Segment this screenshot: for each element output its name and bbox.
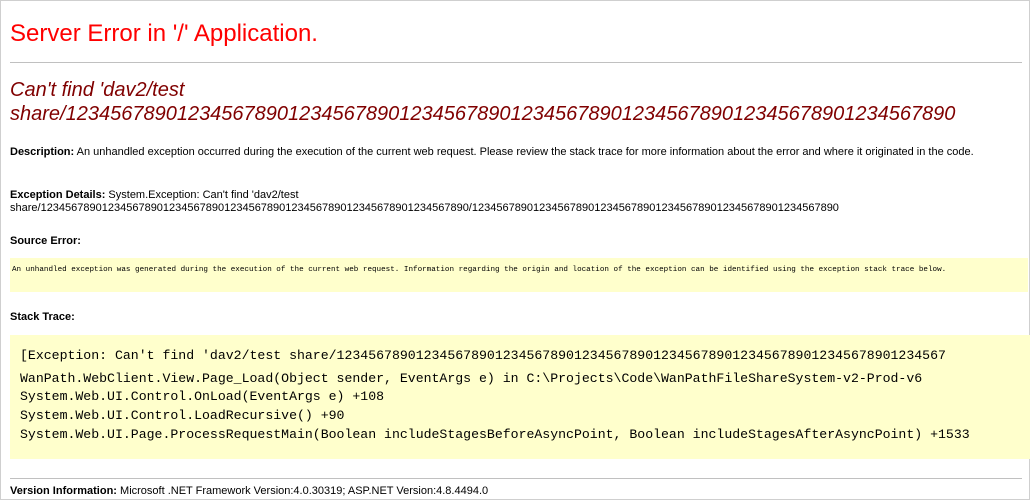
stack-trace-line: [Exception: Can't find 'dav2/test share/… xyxy=(20,348,946,363)
source-error-label: Source Error: xyxy=(10,235,81,247)
exception-details-line1: System.Exception: Can't find 'dav2/test xyxy=(108,189,299,201)
stack-trace-box: [Exception: Can't find 'dav2/test share/… xyxy=(10,335,1030,459)
error-message-line1: Can't find 'dav2/test xyxy=(10,79,185,101)
exception-details-section: Exception Details: System.Exception: Can… xyxy=(10,189,1030,215)
version-divider xyxy=(10,478,1022,479)
version-label: Version Information: xyxy=(10,485,117,497)
exception-details-label: Exception Details: xyxy=(10,189,106,201)
stack-trace-line: System.Web.UI.Control.LoadRecursive() +9… xyxy=(20,408,345,423)
description-label: Description: xyxy=(10,146,75,158)
stack-trace-line: System.Web.UI.Page.ProcessRequestMain(Bo… xyxy=(20,427,970,442)
page-title: Server Error in '/' Application. xyxy=(10,20,318,47)
description-text: An unhandled exception occurred during t… xyxy=(76,146,974,158)
error-message: Can't find 'dav2/test share/123456789012… xyxy=(10,78,1030,126)
version-information: Version Information: Microsoft .NET Fram… xyxy=(10,485,1022,498)
source-error-text: An unhandled exception was generated dur… xyxy=(12,266,947,274)
exception-details-line2: share/1234567890123456789012345678901234… xyxy=(10,202,839,214)
stack-trace-line: System.Web.UI.Control.OnLoad(EventArgs e… xyxy=(20,389,385,404)
source-error-box: An unhandled exception was generated dur… xyxy=(10,258,1028,292)
stack-trace-label: Stack Trace: xyxy=(10,311,75,323)
error-message-line2: share/1234567890123456789012345678901234… xyxy=(10,103,956,125)
stack-trace-line: WanPath.WebClient.View.Page_Load(Object … xyxy=(20,371,923,386)
description-section: Description: An unhandled exception occu… xyxy=(10,146,1022,159)
title-divider xyxy=(10,62,1022,63)
version-text: Microsoft .NET Framework Version:4.0.303… xyxy=(120,485,489,497)
